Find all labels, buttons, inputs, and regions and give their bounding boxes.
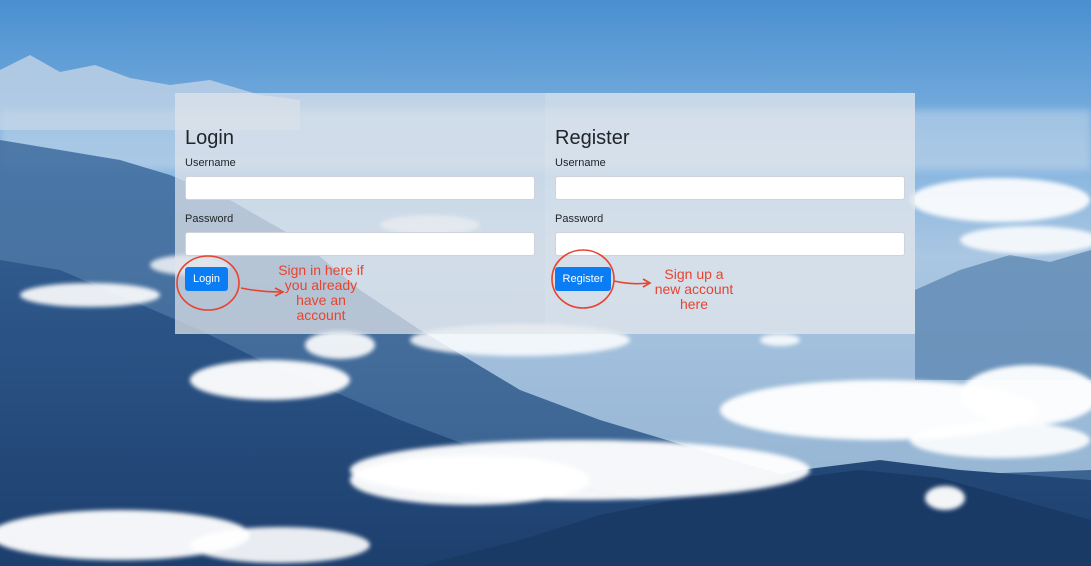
login-note-line: have an xyxy=(296,292,346,308)
register-username-label: Username xyxy=(555,157,606,169)
register-note-line: here xyxy=(679,296,709,312)
login-note-line: Sign in here if xyxy=(278,262,364,278)
register-username-input[interactable] xyxy=(555,176,905,200)
register-password-input[interactable] xyxy=(555,232,905,256)
register-annotation-note: Sign up a new account here xyxy=(644,267,744,312)
register-button[interactable]: Register xyxy=(555,267,611,291)
login-username-input[interactable] xyxy=(185,176,535,200)
login-username-label: Username xyxy=(185,157,236,169)
login-note-line: you already xyxy=(284,277,358,293)
register-note-line: new account xyxy=(654,281,734,297)
login-button[interactable]: Login xyxy=(185,267,228,291)
login-title: Login xyxy=(185,127,234,149)
register-note-line: Sign up a xyxy=(664,266,724,282)
login-password-label: Password xyxy=(185,213,234,225)
register-password-label: Password xyxy=(555,213,604,225)
login-note-line: account xyxy=(296,307,346,323)
login-password-input[interactable] xyxy=(185,232,535,256)
register-title: Register xyxy=(555,127,630,149)
login-annotation-note: Sign in here if you already have an acco… xyxy=(268,263,374,323)
